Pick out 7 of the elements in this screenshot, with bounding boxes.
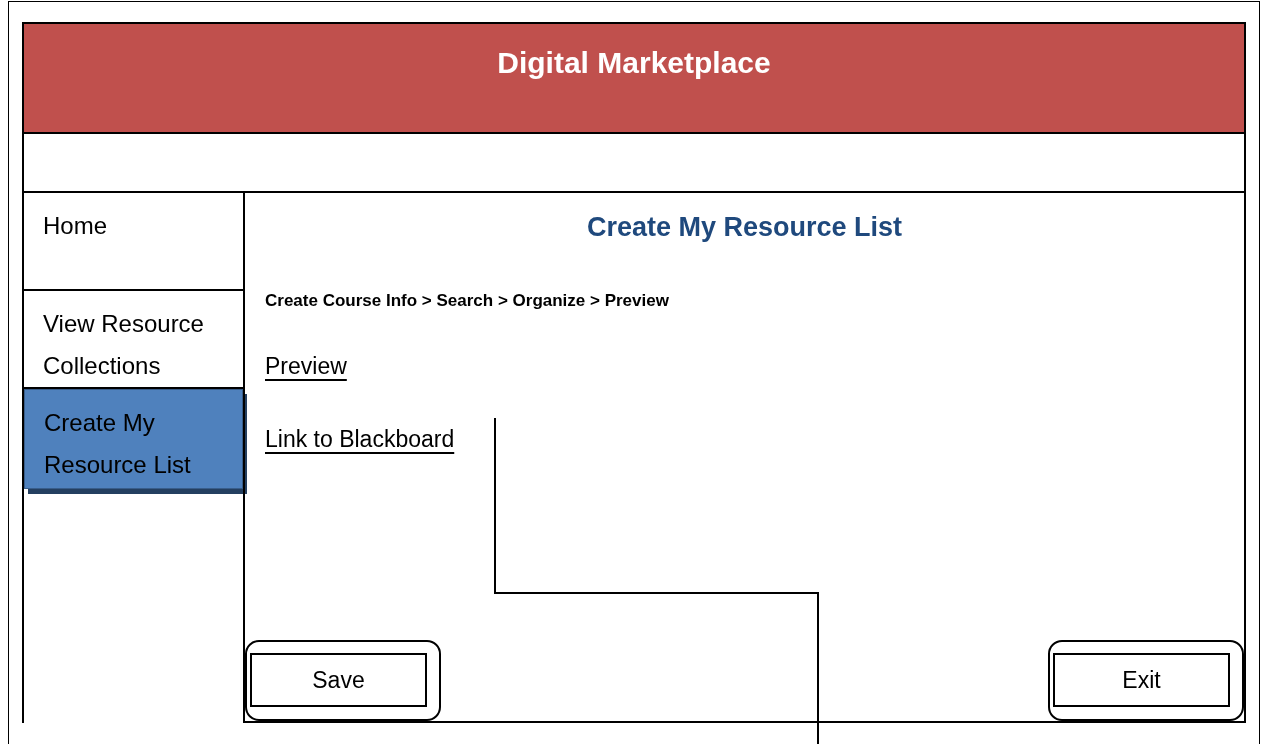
breadcrumb: Create Course Info > Search > Organize > Preview (265, 289, 670, 312)
action-button[interactable]: Save (245, 640, 441, 721)
page-title: Create My Resource List (585, 211, 904, 244)
text-link[interactable]: Link to Blackboard (265, 421, 455, 456)
site-title: Digital Marketplace (497, 45, 771, 81)
action-button[interactable]: Exit (1048, 640, 1244, 721)
text-link[interactable]: Preview (265, 349, 347, 384)
